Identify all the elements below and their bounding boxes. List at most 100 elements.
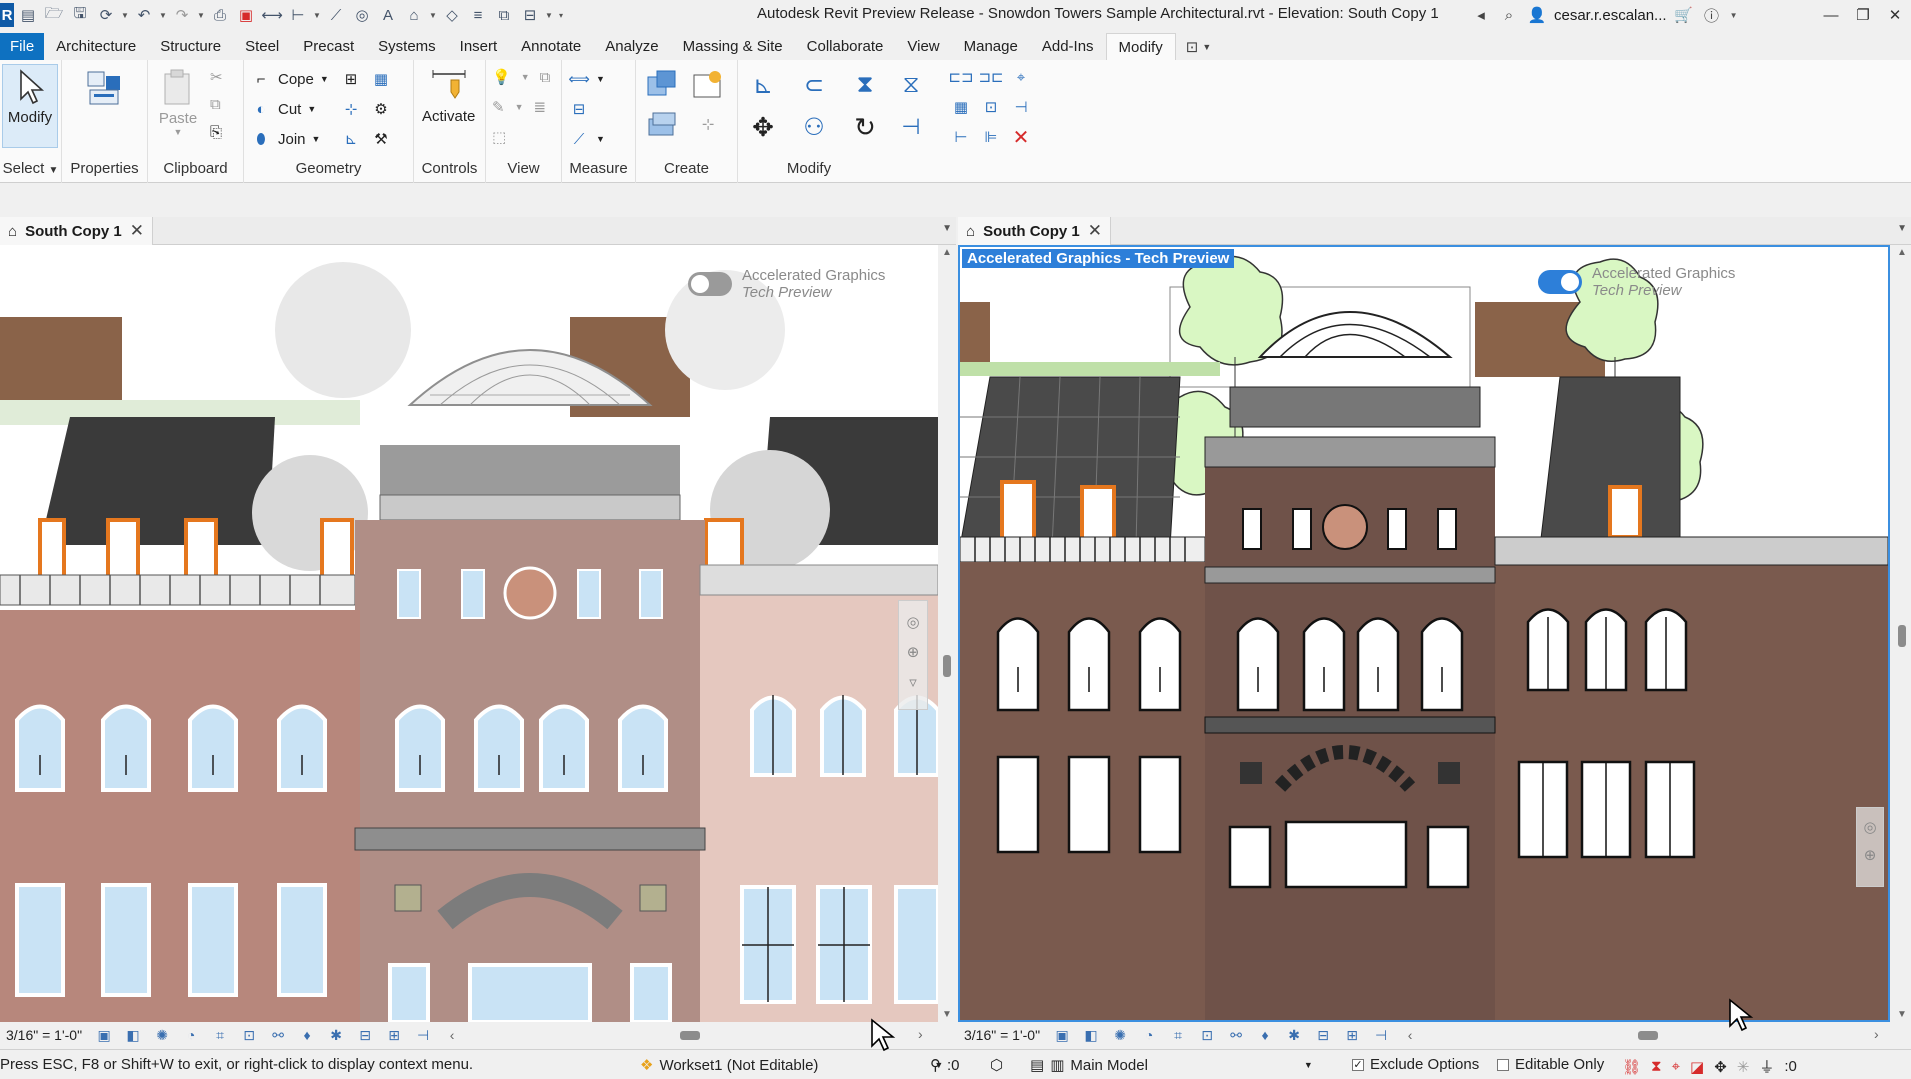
right-lock-3d-icon[interactable]: ⚯ [1223, 1024, 1249, 1046]
right-view-scale[interactable]: 3/16" = 1'-0" [958, 1027, 1046, 1043]
right-scroll-down-icon[interactable]: ▼ [1897, 1009, 1907, 1020]
unpin-icon[interactable]: ⌖ [1010, 66, 1032, 88]
open-icon[interactable]: 🗁 [42, 3, 66, 27]
join-button[interactable]: ⬮ Join ▼ [250, 128, 320, 150]
match-properties-icon[interactable]: ⎘ [210, 124, 222, 141]
switch-windows-dropdown-icon[interactable]: ▼ [544, 11, 554, 20]
tab-precast[interactable]: Precast [291, 33, 366, 60]
tab-analyze[interactable]: Analyze [593, 33, 670, 60]
close-icon[interactable]: ✕ [1879, 0, 1911, 30]
dimension-icon[interactable]: ⟋ [568, 128, 590, 150]
cut-button[interactable]: ◐ Cut ▼ [250, 98, 316, 120]
select-box-icon[interactable]: ⬚ [492, 128, 506, 146]
split-element-icon[interactable]: ⊏⊐ [948, 66, 973, 88]
left-scroll-down-icon[interactable]: ▼ [942, 1009, 952, 1020]
redo-dropdown-icon[interactable]: ▼ [196, 11, 206, 20]
linework-icon[interactable]: ✎ [492, 98, 505, 116]
offset-icon[interactable]: ⊂ [792, 68, 836, 102]
expand-arrow-icon[interactable]: ◂ [1470, 4, 1492, 26]
cut-clipboard-icon[interactable]: ✂ [210, 68, 223, 86]
binoculars-icon[interactable]: ⌕ [1498, 4, 1520, 26]
left-zoom-icon[interactable]: ⊕ [899, 643, 927, 661]
left-hscroll-right-icon[interactable]: › [918, 1026, 923, 1042]
left-reveal-hidden-icon[interactable]: ✱ [323, 1024, 349, 1046]
design-options-icon[interactable]: ⬡ [990, 1056, 1003, 1074]
ribbon-display-toggle[interactable]: ⊡ ▼ [1176, 33, 1222, 60]
right-view-tabs-dropdown-icon[interactable]: ▼ [1897, 223, 1907, 234]
restore-icon[interactable]: ❐ [1847, 0, 1879, 30]
tab-massing-site[interactable]: Massing & Site [671, 33, 795, 60]
left-accelerated-graphics-toggle[interactable]: Accelerated Graphics Tech Preview [688, 267, 885, 301]
right-visual-style-icon[interactable]: ◧ [1078, 1024, 1104, 1046]
left-detail-level-icon[interactable]: ▣ [91, 1024, 117, 1046]
undo-icon[interactable]: ↶ [132, 3, 156, 27]
cart-icon[interactable]: 🛒 [1673, 4, 1695, 26]
measure-between-icon[interactable]: ⟺ [568, 68, 590, 90]
left-viewport-canvas[interactable]: Accelerated Graphics Tech Preview ◎ ⊕ ▿ [0, 245, 938, 1022]
hide-in-view-icon[interactable]: 💡 [492, 68, 511, 86]
left-sun-path-icon[interactable]: ✺ [149, 1024, 175, 1046]
close-left-view-icon[interactable]: ✕ [130, 221, 144, 241]
close-hidden-icon[interactable]: ⧉ [492, 3, 516, 27]
right-detail-level-icon[interactable]: ▣ [1049, 1024, 1075, 1046]
right-scroll-up-icon[interactable]: ▲ [1897, 247, 1907, 258]
design-option-selector[interactable]: ▤ ▥ Main Model ▼ [1030, 1056, 1313, 1075]
redo-icon[interactable]: ↷ [170, 3, 194, 27]
right-show-crop-icon[interactable]: ⊡ [1194, 1024, 1220, 1046]
left-hscroll-left-icon[interactable]: ‹ [439, 1024, 465, 1046]
pin-icon[interactable]: ⊣ [1010, 96, 1032, 118]
tab-file[interactable]: File [0, 33, 45, 60]
print-icon[interactable]: ⎙ [208, 3, 232, 27]
tab-manage[interactable]: Manage [952, 33, 1030, 60]
tab-systems[interactable]: Systems [366, 33, 448, 60]
move-icon[interactable]: ✥ [746, 110, 780, 144]
text-icon[interactable]: A [376, 3, 400, 27]
demolish-icon[interactable]: ⚙ [370, 98, 392, 120]
create-parts-icon[interactable] [690, 66, 726, 102]
right-temp-view-props-icon[interactable]: ⊟ [1310, 1024, 1336, 1046]
right-horizontal-scroll-thumb[interactable] [1638, 1031, 1658, 1040]
save-icon[interactable]: 🖫 [68, 3, 92, 27]
editing-requests[interactable]: ⚲:0 [930, 1056, 960, 1075]
drag-elements-icon[interactable]: ✥ [1714, 1058, 1727, 1076]
right-vertical-scroll-thumb[interactable] [1898, 625, 1906, 647]
copy-element-icon[interactable]: ⚇ [792, 110, 836, 144]
switch-windows-icon[interactable]: ⊟ [518, 3, 542, 27]
delete-icon[interactable]: ✕ [1010, 126, 1032, 149]
activate-button[interactable]: Activate [422, 64, 475, 125]
create-assembly-icon[interactable] [644, 66, 680, 102]
array-icon[interactable]: ▦ [950, 96, 972, 118]
trim-single-icon[interactable]: ⊢ [950, 126, 972, 148]
select-panel-label[interactable]: Select ▼ [0, 160, 61, 177]
tag-icon[interactable]: ⟋ [324, 3, 348, 27]
sync-icon[interactable]: ⟳ [94, 3, 118, 27]
tab-architecture[interactable]: Architecture [44, 33, 148, 60]
tab-add-ins[interactable]: Add-Ins [1030, 33, 1106, 60]
workset-selector[interactable]: ❖ Workset1 (Not Editable) ▼ [640, 1056, 943, 1075]
right-constraints-icon[interactable]: ⊣ [1368, 1024, 1394, 1046]
left-view-tabs-dropdown-icon[interactable]: ▼ [942, 223, 952, 234]
select-links-icon[interactable]: ⛓ [1622, 1058, 1641, 1076]
left-visual-style-icon[interactable]: ◧ [120, 1024, 146, 1046]
background-processes-icon[interactable]: ✳ [1737, 1058, 1750, 1076]
left-horizontal-scroll-thumb[interactable] [680, 1031, 700, 1040]
type-properties-button[interactable] [82, 66, 126, 110]
right-sun-path-icon[interactable]: ✺ [1107, 1024, 1133, 1046]
spot-icon[interactable]: ◎ [350, 3, 374, 27]
right-hscroll-right-icon[interactable]: › [1874, 1026, 1879, 1042]
user-icon[interactable]: 👤 [1526, 4, 1548, 26]
right-crop-view-icon[interactable]: ⌗ [1165, 1024, 1191, 1046]
hammer-icon[interactable]: ⚒ [370, 128, 392, 150]
left-crop-view-icon[interactable]: ⌗ [207, 1024, 233, 1046]
wall-joins-icon[interactable]: ⊹ [340, 98, 362, 120]
beam-join-icon[interactable]: ⊾ [340, 128, 362, 150]
mirror-axis-icon[interactable]: ⧗ [848, 68, 882, 102]
select-by-face-icon[interactable]: ◪ [1690, 1058, 1704, 1076]
help-dropdown-icon[interactable]: ▼ [1729, 11, 1739, 20]
paint-icon[interactable]: ▦ [370, 68, 392, 90]
rotate-icon[interactable]: ↻ [848, 110, 882, 144]
line-weight-icon[interactable]: ≣ [534, 98, 547, 116]
measure-icon[interactable]: ⟷ [260, 3, 284, 27]
right-zoom-icon[interactable]: ⊕ [1857, 846, 1883, 864]
left-analytical-model-icon[interactable]: ⊞ [381, 1024, 407, 1046]
